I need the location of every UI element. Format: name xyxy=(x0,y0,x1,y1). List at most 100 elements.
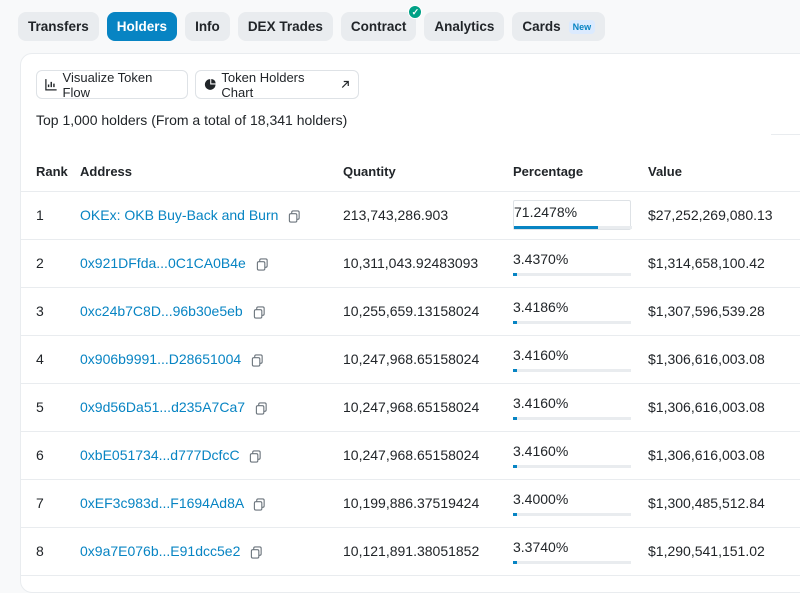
address-cell: 0xc24b7C8D...96b30e5eb xyxy=(80,287,343,336)
address-cell: 0x9d56Da51...d235A7Ca7 xyxy=(80,383,343,432)
value-cell: $1,290,541,151.02 xyxy=(648,527,800,576)
percentage-text: 71.2478% xyxy=(514,204,578,220)
tab-info[interactable]: Info xyxy=(185,12,230,41)
percentage-cell: 3.4160% xyxy=(513,383,648,432)
address-cell: OKEx: OKB Buy-Back and Burn xyxy=(80,191,343,240)
copy-icon[interactable] xyxy=(249,450,262,463)
quantity-cell: 10,199,886.37519424 xyxy=(343,479,513,528)
header-rank: Rank xyxy=(21,152,80,192)
table-row: 7 0xEF3c983d...F1694Ad8A 10,199,886.3751… xyxy=(21,479,800,528)
quantity-cell: 213,743,286.903 xyxy=(343,191,513,240)
percentage-bar-fill xyxy=(513,464,518,468)
percentage-text: 3.3740% xyxy=(513,538,569,555)
copy-icon[interactable] xyxy=(256,258,269,271)
bar-chart-icon xyxy=(45,79,57,91)
address-link[interactable]: 0x9d56Da51...d235A7Ca7 xyxy=(80,399,245,415)
percentage-cell: 3.4370% xyxy=(513,239,648,288)
percentage-bar-fill xyxy=(513,560,517,564)
percentage-text: 3.4000% xyxy=(513,490,569,507)
rank-cell: 3 xyxy=(21,287,80,336)
tab-dex-trades[interactable]: DEX Trades xyxy=(237,12,333,41)
copy-icon[interactable] xyxy=(255,402,268,415)
table-row: 5 0x9d56Da51...d235A7Ca7 10,247,968.6515… xyxy=(21,383,800,432)
rank-cell: 2 xyxy=(21,239,80,288)
visualize-token-flow-button[interactable]: Visualize Token Flow xyxy=(36,69,188,100)
percentage-text: 3.4370% xyxy=(513,250,569,267)
table-row: 4 0x906b9991...D28651004 10,247,968.6515… xyxy=(21,335,800,384)
percentage-bar-fill xyxy=(513,320,518,324)
address-link[interactable]: 0xbE051734...d777DcfcC xyxy=(80,447,240,463)
address-link[interactable]: 0xc24b7C8D...96b30e5eb xyxy=(80,303,243,319)
address-link[interactable]: 0x9a7E076b...E91dcc5e2 xyxy=(80,543,240,559)
check-icon: ✓ xyxy=(408,5,423,19)
address-link[interactable]: 0x921DFfda...0C1CA0B4e xyxy=(80,255,246,271)
table-row: 2 0x921DFfda...0C1CA0B4e 10,311,043.9248… xyxy=(21,239,800,288)
rank-cell: 4 xyxy=(21,335,80,384)
percentage-bar xyxy=(513,272,631,276)
copy-icon[interactable] xyxy=(253,498,266,511)
percentage-cell: 3.4000% xyxy=(513,479,648,528)
percentage-bar xyxy=(514,226,632,229)
value-cell: $1,300,485,512.84 xyxy=(648,479,800,528)
percentage-bar-fill xyxy=(513,272,518,276)
quantity-cell: 10,255,659.13158024 xyxy=(343,287,513,336)
table-row: 8 0x9a7E076b...E91dcc5e2 10,121,891.3805… xyxy=(21,527,800,576)
tab-cards[interactable]: Cards New xyxy=(512,12,606,41)
percentage-bar-fill xyxy=(513,512,517,516)
header-value: Value xyxy=(648,152,800,192)
copy-icon[interactable] xyxy=(251,354,264,367)
header-quantity: Quantity xyxy=(343,152,513,192)
rank-cell: 8 xyxy=(21,527,80,576)
value-cell: $1,306,616,003.08 xyxy=(648,383,800,432)
address-link[interactable]: 0xEF3c983d...F1694Ad8A xyxy=(80,495,243,511)
percentage-cell: 3.4186% xyxy=(513,287,648,336)
percentage-cell: 3.3740% xyxy=(513,527,648,576)
tab-label: DEX Trades xyxy=(247,19,323,34)
tab-contract[interactable]: Contract ✓ xyxy=(340,5,423,41)
pie-chart-icon xyxy=(204,79,216,90)
table-row: 1 OKEx: OKB Buy-Back and Burn 213,743,28… xyxy=(21,191,800,240)
tab-bar: Transfers Holders Info DEX Trades Contra… xyxy=(18,5,606,41)
quantity-cell: 10,247,968.65158024 xyxy=(343,431,513,480)
copy-icon[interactable] xyxy=(253,306,266,319)
tab-label: Transfers xyxy=(28,19,89,34)
quantity-cell: 10,311,043.92483093 xyxy=(343,239,513,288)
address-cell: 0xbE051734...d777DcfcC xyxy=(80,431,343,480)
tab-label: Cards xyxy=(522,19,561,34)
address-link[interactable]: OKEx: OKB Buy-Back and Burn xyxy=(80,207,278,223)
tab-label: Holders xyxy=(116,19,168,34)
address-cell: 0x9a7E076b...E91dcc5e2 xyxy=(80,527,343,576)
value-cell: $27,252,269,080.13 xyxy=(648,191,800,240)
address-link[interactable]: 0x906b9991...D28651004 xyxy=(80,351,241,367)
address-cell: 0x921DFfda...0C1CA0B4e xyxy=(80,239,343,288)
tab-holders[interactable]: Holders xyxy=(106,12,178,41)
tab-transfers[interactable]: Transfers xyxy=(18,12,99,41)
new-badge: New xyxy=(568,19,596,34)
tab-label: Contract xyxy=(350,19,407,34)
address-cell: 0xEF3c983d...F1694Ad8A xyxy=(80,479,343,528)
divider xyxy=(771,134,800,135)
header-percentage: Percentage xyxy=(513,152,648,192)
percentage-cell: 71.2478% xyxy=(513,191,648,240)
percentage-cell: 3.4160% xyxy=(513,335,648,384)
quantity-cell: 10,121,891.38051852 xyxy=(343,527,513,576)
percentage-bar xyxy=(513,560,631,564)
table-header-row: Rank Address Quantity Percentage Value xyxy=(21,152,800,192)
token-holders-chart-button[interactable]: Token Holders Chart xyxy=(195,70,359,100)
percentage-cell: 3.4160% xyxy=(513,431,648,480)
copy-icon[interactable] xyxy=(250,546,263,559)
copy-icon[interactable] xyxy=(288,210,301,223)
tab-label: Analytics xyxy=(434,19,495,34)
tab-analytics[interactable]: Analytics xyxy=(424,12,505,41)
percentage-bar xyxy=(513,464,631,468)
percentage-bar-fill xyxy=(513,368,518,372)
percentage-bar xyxy=(513,416,631,420)
percentage-text: 3.4160% xyxy=(513,346,569,363)
external-arrow-icon xyxy=(341,80,349,88)
table-row: 6 0xbE051734...d777DcfcC 10,247,968.6515… xyxy=(21,431,800,480)
percentage-bar-fill xyxy=(514,226,599,229)
visualize-label: Visualize Token Flow xyxy=(62,69,153,100)
rank-cell: 6 xyxy=(21,431,80,480)
percentage-text: 3.4160% xyxy=(513,442,569,459)
value-cell: $1,307,596,539.28 xyxy=(648,287,800,336)
